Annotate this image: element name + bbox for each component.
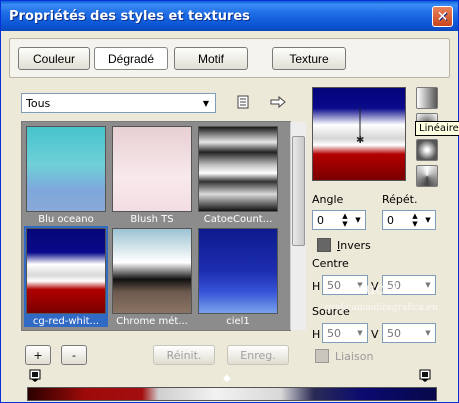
- centre-h-label: H: [312, 280, 321, 293]
- watermark-site: graficamaidiregrafica.eu: [325, 303, 438, 313]
- angle-label: Angle: [312, 193, 344, 206]
- source-h-value: 50: [327, 326, 341, 340]
- remove-gradient-button[interactable]: -: [61, 345, 87, 365]
- gradient-editor-bar[interactable]: [27, 387, 437, 401]
- tab-couleur[interactable]: Couleur: [18, 47, 90, 70]
- invert-label: Invers: [337, 239, 371, 252]
- source-h-label: H: [312, 328, 321, 341]
- color-stop-right[interactable]: [419, 369, 431, 386]
- linear-style-button[interactable]: [416, 87, 438, 109]
- gradient-label: cg-red-whit...: [24, 316, 108, 327]
- gradient-label: Chrome mét...: [116, 316, 188, 327]
- stop-marker-icon: [29, 369, 41, 382]
- midpoint-marker-icon[interactable]: ◆: [223, 373, 231, 384]
- invert-checkbox[interactable]: [317, 238, 331, 252]
- chevron-down-icon: ▼: [202, 98, 210, 108]
- gradient-label: Blush TS: [130, 214, 174, 225]
- gradient-item[interactable]: Chrome mét...: [112, 228, 192, 327]
- gradient-list: Blu oceano Blush TS CatoeCount... cg-red…: [21, 121, 306, 331]
- library-button[interactable]: [234, 93, 252, 111]
- reset-button[interactable]: Réinit.: [153, 345, 215, 365]
- spin-arrows-icon[interactable]: ▲ ▼: [339, 211, 351, 229]
- gradient-label: Blu oceano: [38, 214, 94, 225]
- gradient-thumb: [26, 126, 106, 212]
- source-v-value: 50: [387, 326, 401, 340]
- watermark-name: Pinuccia: [339, 279, 409, 298]
- window-title: Propriétés des styles et textures: [9, 8, 250, 24]
- gradient-panel: Tous ▼ Blu oceano Blush TS CatoeCount...: [9, 83, 459, 401]
- centre-label: Centre: [312, 257, 349, 270]
- title-bar: Propriétés des styles et textures ✕: [1, 1, 458, 31]
- chevron-down-icon[interactable]: ▼: [422, 325, 434, 341]
- gradient-thumb: [112, 228, 192, 314]
- add-gradient-button[interactable]: +: [25, 345, 51, 365]
- gradient-thumb: [24, 226, 108, 316]
- gradient-label: ciel1: [226, 316, 250, 327]
- gradient-item[interactable]: Blush TS: [112, 126, 192, 225]
- tooltip: Linéaire: [415, 121, 459, 136]
- gradient-item[interactable]: Blu oceano: [26, 126, 106, 225]
- category-value: Tous: [26, 96, 51, 110]
- source-h-input[interactable]: 50 ▼: [322, 323, 368, 343]
- arrow-right-icon: [270, 95, 286, 109]
- chevron-down-icon[interactable]: ▼: [422, 212, 434, 228]
- chevron-down-icon[interactable]: ▼: [354, 325, 366, 341]
- dialog-window: Propriétés des styles et textures ✕ Coul…: [0, 0, 459, 403]
- gradient-preview[interactable]: ✱: [312, 87, 406, 181]
- gradient-thumb: [198, 228, 278, 314]
- gradient-thumb: [198, 126, 278, 212]
- stop-marker-icon: [419, 369, 431, 382]
- gradient-thumb: [112, 126, 192, 212]
- chevron-down-icon[interactable]: ▼: [352, 212, 364, 228]
- category-select[interactable]: Tous ▼: [21, 93, 216, 113]
- source-v-input[interactable]: 50 ▼: [382, 323, 436, 343]
- radial-style-button[interactable]: [416, 139, 438, 161]
- repeat-label: Répét.: [382, 193, 418, 206]
- tab-strip: Couleur Dégradé Motif Texture: [9, 38, 450, 78]
- close-button[interactable]: ✕: [432, 6, 453, 27]
- gradient-item[interactable]: cg-red-whit...: [24, 226, 108, 327]
- chevron-down-icon[interactable]: ▼: [422, 277, 434, 293]
- tab-degrade[interactable]: Dégradé: [94, 47, 168, 70]
- gradient-direction-handle[interactable]: ✱: [313, 88, 407, 182]
- document-icon: [237, 95, 249, 109]
- angle-input[interactable]: 0 ▲ ▼ ▼: [312, 210, 366, 230]
- link-label: Liaison: [335, 350, 374, 363]
- export-button[interactable]: [269, 93, 287, 111]
- link-checkbox[interactable]: [315, 349, 329, 363]
- gradient-label: CatoeCount...: [203, 214, 273, 225]
- gradient-item[interactable]: ciel1: [198, 228, 278, 327]
- gradient-item[interactable]: CatoeCount...: [198, 126, 278, 225]
- color-stop-left[interactable]: [29, 369, 41, 386]
- gradient-list-scrollbar[interactable]: [290, 122, 306, 330]
- source-v-label: V: [371, 328, 379, 341]
- close-icon: ✕: [436, 8, 449, 25]
- save-button[interactable]: Enreg.: [227, 345, 289, 365]
- tab-motif[interactable]: Motif: [174, 47, 248, 70]
- angle-value: 0: [317, 213, 324, 227]
- spin-arrows-icon[interactable]: ▲ ▼: [409, 211, 421, 229]
- sunburst-style-button[interactable]: [416, 165, 438, 187]
- svg-text:✱: ✱: [356, 135, 364, 146]
- tab-texture[interactable]: Texture: [272, 47, 346, 70]
- repeat-input[interactable]: 0 ▲ ▼ ▼: [382, 210, 436, 230]
- invert-rest: nvers: [340, 239, 371, 252]
- scrollbar-thumb[interactable]: [292, 136, 305, 246]
- repeat-value: 0: [387, 213, 394, 227]
